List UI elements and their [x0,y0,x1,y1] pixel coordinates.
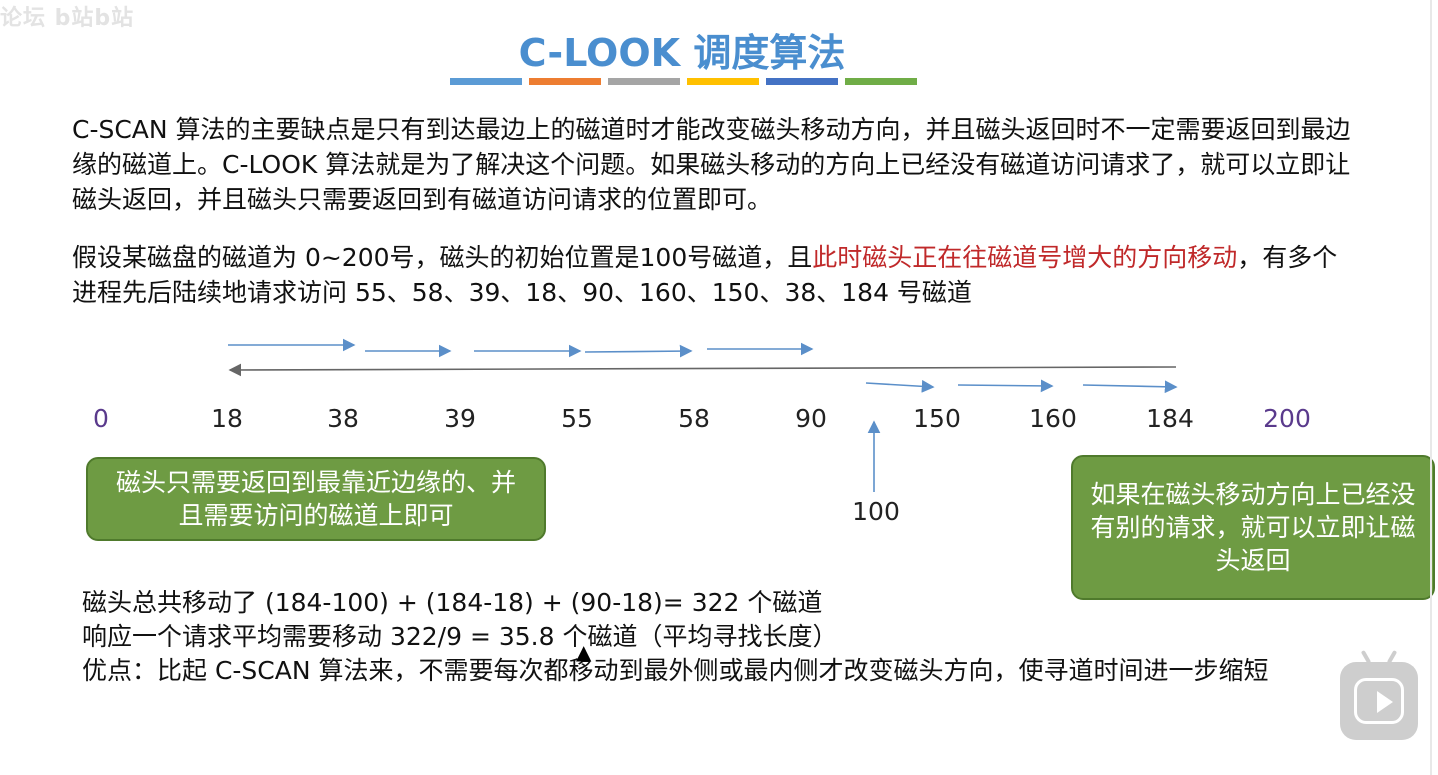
start-position-label: 100 [852,497,900,526]
advantage-text: 优点：比起 C-SCAN 算法来，不需要每次都移动到最外侧或最内侧才改变磁头方向… [82,656,1269,685]
direction-highlight: 此时磁头正在往磁道号增大的方向移动 [812,243,1238,272]
play-icon-screen [1354,678,1404,724]
title-bar-2 [529,78,601,85]
title-bar-3 [608,78,680,85]
title-bar-6 [845,78,917,85]
arrow-100-150 [865,379,935,393]
tick-label: 184 [1146,404,1194,433]
title-bar-5 [766,78,838,85]
mouse-cursor-icon: ▲ [576,640,592,664]
callout-return-immediately: 如果在磁头移动方向上已经没有别的请求，就可以立即让磁头返回 [1071,455,1435,600]
arrow-150-160 [957,379,1054,393]
slide-title: C-LOOK 调度算法 [518,31,846,75]
tick-label: 55 [561,404,593,433]
tick-label: 200 [1263,404,1311,433]
tick-label: 160 [1029,404,1077,433]
tick-label: 150 [913,404,961,433]
callout-text: 磁头只需要返回到最靠近边缘的、并且需要访问的磁道上即可 [115,468,516,530]
average-seek-length: 响应一个请求平均需要移动 322/9 = 35.8 个磁道（平均寻找长度） [82,622,838,651]
title-bar-4 [687,78,759,85]
title-bar-1 [450,78,522,85]
tick-label: 18 [211,404,243,433]
tick-label: 39 [444,404,476,433]
tick-label: 0 [93,404,109,433]
window-edge [1430,0,1432,775]
intro-paragraph: C-SCAN 算法的主要缺点是只有到达最边上的磁道时才能改变磁头移动方向，并且磁… [72,115,1351,214]
problem-text: 假设某磁盘的磁道为 0~200号，磁头的初始位置是100号磁道，且 [72,243,813,272]
summary-block: 磁头总共移动了 (184-100) + (184-18) + (90-18)= … [82,586,1322,688]
tick-label: 38 [327,404,359,433]
arrow-160-184 [1082,380,1178,394]
problem-paragraph: 假设某磁盘的磁道为 0~200号，磁头的初始位置是100号磁道，且此时磁头正在往… [72,240,1352,310]
tick-label: 58 [678,404,710,433]
tick-label: 90 [795,404,827,433]
arrow-55-58 [584,344,693,358]
callout-return-nearest: 磁头只需要返回到最靠近边缘的、并且需要访问的磁道上即可 [86,457,546,541]
play-triangle-icon [1377,691,1393,713]
play-icon[interactable] [1340,662,1418,740]
callout-text: 如果在磁头移动方向上已经没有别的请求，就可以立即让磁头返回 [1090,480,1416,575]
total-movement: 磁头总共移动了 (184-100) + (184-18) + (90-18)= … [82,588,823,617]
return-line-184-18 [228,363,1177,377]
